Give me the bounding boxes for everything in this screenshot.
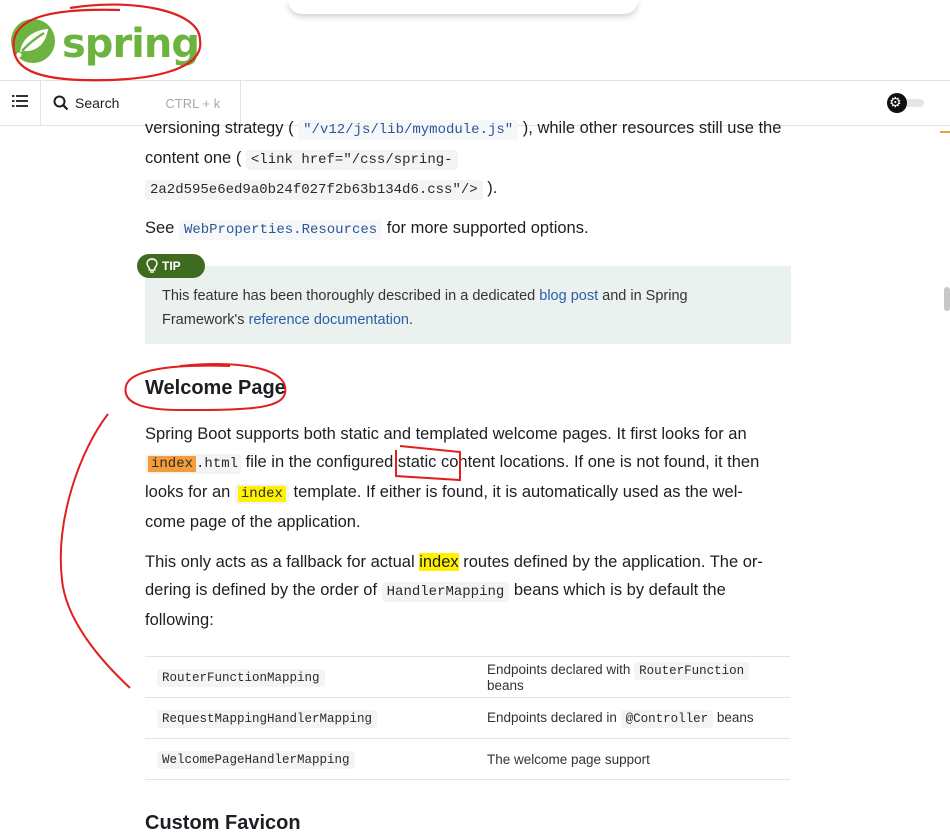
- tip-text-part: This feature has been thoroughly describ…: [162, 288, 540, 304]
- highlight-index: index: [148, 456, 197, 472]
- header: spring: [0, 0, 950, 80]
- intro-text: ), while other resources still use the: [518, 119, 782, 137]
- intro-text: ).: [482, 179, 498, 197]
- handler-mapping-table: RouterFunctionMapping Endpoints declared…: [145, 656, 790, 780]
- para-text: template. If either is found, it is auto…: [288, 483, 743, 501]
- table-cell: RouterFunctionMapping: [145, 656, 475, 698]
- see-prefix: See: [145, 219, 179, 237]
- para-text: come page of the application.: [145, 513, 361, 531]
- inline-code: 2a2d595e6ed9a0b24f027f2b63b134d6.css"/>: [145, 180, 483, 200]
- tip-text-part: .: [408, 312, 413, 328]
- theme-toggle[interactable]: ⚙: [886, 93, 926, 113]
- inline-code: "/v12/js/lib/mymodule.js": [298, 120, 519, 140]
- para-text: routes defined by the application. The o…: [458, 553, 763, 571]
- para-text: file in the configured static content lo…: [241, 453, 760, 471]
- handlermapping-code: HandlerMapping: [381, 582, 510, 602]
- tip-text-part: and in Spring: [598, 288, 688, 304]
- gear-icon: ⚙: [889, 95, 902, 111]
- mapping-name: WelcomePageHandlerMapping: [157, 751, 355, 769]
- spring-logo[interactable]: spring: [10, 18, 200, 69]
- tip-text-part: Framework's: [162, 312, 249, 328]
- spring-wordmark: spring: [62, 20, 200, 67]
- mapping-desc: Endpoints declared in: [487, 710, 621, 725]
- code-rest: .html: [196, 456, 239, 472]
- section-bracket-annotation: [59, 413, 131, 689]
- spring-leaf-icon: [10, 18, 56, 69]
- table-cell: RequestMappingHandlerMapping: [145, 697, 475, 739]
- table-row: RequestMappingHandlerMapping Endpoints d…: [145, 697, 790, 739]
- see-suffix: for more supported options.: [382, 219, 589, 237]
- scrollbar-thumb[interactable]: [944, 287, 950, 311]
- intro-text: content one (: [145, 149, 246, 167]
- search-label: Search: [75, 95, 120, 111]
- table-row: RouterFunctionMapping Endpoints declared…: [145, 656, 790, 698]
- mapping-desc: beans: [487, 677, 524, 693]
- intro-paragraph: versioning strategy ( "/v12/js/lib/mymod…: [145, 111, 791, 201]
- scrollbar-marker: [940, 131, 950, 133]
- blog-post-link[interactable]: blog post: [539, 288, 598, 304]
- para-text: following:: [145, 611, 214, 629]
- table-row: WelcomePageHandlerMapping The welcome pa…: [145, 738, 790, 780]
- para-text: This only acts as a fallback for actual: [145, 553, 420, 571]
- intro-text: versioning strategy (: [145, 119, 299, 137]
- welcome-paragraph-1: Spring Boot supports both static and tem…: [145, 420, 785, 536]
- webproperties-link[interactable]: WebProperties.Resources: [178, 220, 383, 240]
- highlight-index: index: [237, 486, 286, 502]
- lightbulb-icon: [146, 258, 158, 274]
- index-code: index: [234, 484, 289, 504]
- see-also-paragraph: See WebProperties.Resources for more sup…: [145, 214, 589, 244]
- para-text: beans which is by default the: [509, 581, 726, 599]
- table-cell: WelcomePageHandlerMapping: [145, 738, 475, 780]
- inline-code: <link href="/css/spring-: [245, 150, 458, 170]
- tip-text: This feature has been thoroughly describ…: [162, 284, 762, 332]
- mapping-desc: Endpoints declared with: [487, 661, 635, 677]
- reference-documentation-link[interactable]: reference documentation: [249, 312, 409, 328]
- para-text: dering is defined by the order of: [145, 581, 382, 599]
- top-popup-edge: [288, 0, 638, 14]
- toc-toggle-button[interactable]: [0, 81, 41, 125]
- index-html-code: index .html: [145, 454, 242, 474]
- custom-favicon-heading: Custom Favicon: [145, 812, 301, 834]
- tip-badge: TIP: [137, 254, 205, 278]
- mapping-desc-code: @Controller: [620, 710, 714, 728]
- welcome-paragraph-2: This only acts as a fallback for actual …: [145, 548, 785, 634]
- mapping-desc-code: RouterFunction: [634, 661, 750, 680]
- para-text: looks for an: [145, 483, 235, 501]
- tip-label: TIP: [162, 259, 181, 273]
- mapping-desc: beans: [713, 710, 754, 725]
- mapping-name: RequestMappingHandlerMapping: [157, 710, 378, 728]
- table-cell: Endpoints declared with RouterFunction b…: [475, 656, 790, 698]
- table-cell: Endpoints declared in @Controller beans: [475, 697, 790, 739]
- mapping-desc: The welcome page support: [487, 751, 650, 767]
- search-icon: [53, 95, 69, 111]
- welcome-page-heading: Welcome Page: [145, 377, 286, 399]
- para-text: Spring Boot supports both static and tem…: [145, 425, 747, 443]
- highlight-index: index: [419, 553, 459, 571]
- list-icon: [11, 93, 29, 114]
- table-cell: The welcome page support: [475, 738, 790, 780]
- search-shortcut: CTRL + k: [165, 95, 221, 111]
- mapping-name: RouterFunctionMapping: [157, 669, 325, 687]
